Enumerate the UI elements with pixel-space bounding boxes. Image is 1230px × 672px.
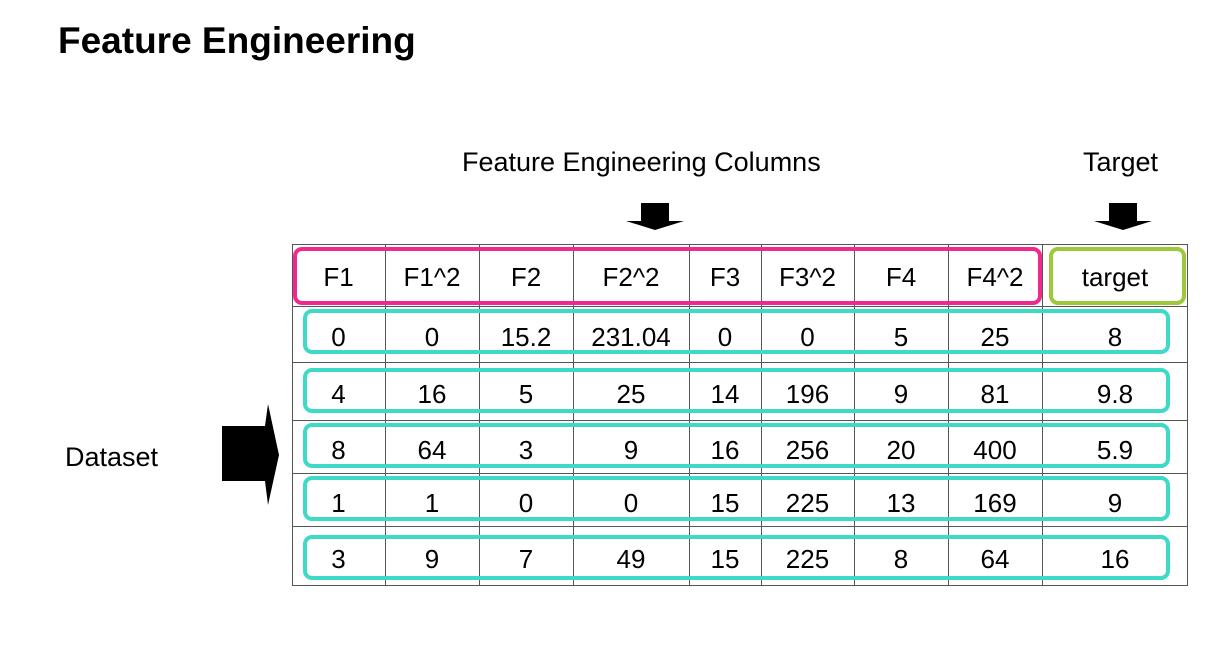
page-title: Feature Engineering bbox=[58, 20, 416, 61]
table-row-divider bbox=[293, 306, 1187, 307]
data-row-outline bbox=[303, 309, 1170, 354]
data-row-outline bbox=[303, 476, 1170, 521]
down-arrow-features-icon bbox=[626, 203, 684, 230]
table-row-divider bbox=[293, 362, 1187, 363]
table-column-divider bbox=[1042, 245, 1043, 585]
data-row-outline bbox=[303, 368, 1170, 413]
down-arrow-target-icon bbox=[1094, 203, 1152, 230]
right-arrow-dataset-icon bbox=[222, 404, 279, 505]
table-row-divider bbox=[293, 473, 1187, 474]
target-column-outline bbox=[1049, 247, 1186, 305]
feature-columns-caption: Feature Engineering Columns bbox=[462, 147, 821, 177]
target-caption: Target bbox=[1083, 147, 1159, 177]
dataset-caption: Dataset bbox=[65, 442, 159, 472]
data-row-outline bbox=[303, 535, 1170, 580]
feature-columns-outline bbox=[293, 247, 1042, 305]
table-row-divider bbox=[293, 526, 1187, 527]
data-row-outline bbox=[303, 423, 1170, 468]
table-row-divider bbox=[293, 420, 1187, 421]
